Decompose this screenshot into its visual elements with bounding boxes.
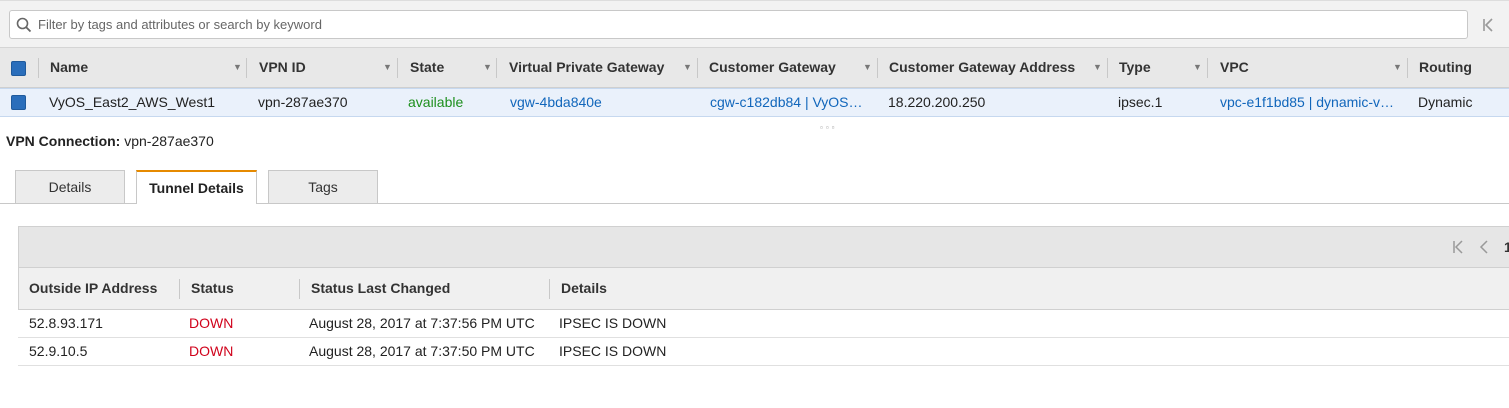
tunnel-table-header: Outside IP Address Status Status Last Ch… xyxy=(18,268,1509,310)
tab-tags[interactable]: Tags xyxy=(268,170,378,203)
vgw-link[interactable]: vgw-4bda840e xyxy=(510,89,695,116)
vpn-name: VyOS_East2_AWS_West1 xyxy=(49,94,215,110)
vpn-connection-value: vpn-287ae370 xyxy=(124,133,214,149)
prev-page-icon[interactable] xyxy=(1477,239,1491,255)
tab-tunnel-details[interactable]: Tunnel Details xyxy=(136,170,257,204)
first-page-icon[interactable] xyxy=(1451,239,1467,255)
vpn-id: vpn-287ae370 xyxy=(258,94,348,110)
column-header-state[interactable]: State xyxy=(410,48,444,87)
vpn-type: ipsec.1 xyxy=(1118,94,1163,110)
search-box[interactable] xyxy=(9,10,1468,39)
row-checkbox[interactable] xyxy=(11,95,26,110)
search-icon xyxy=(16,17,32,33)
column-header-cgw[interactable]: Customer Gateway xyxy=(709,48,836,87)
status-last-changed: August 28, 2017 at 7:37:50 PM UTC xyxy=(309,343,535,359)
vpn-grid-header: Name ▼ VPN ID ▼ State ▼ Virtual Private … xyxy=(0,47,1509,88)
column-header-vgw[interactable]: Virtual Private Gateway xyxy=(509,48,664,87)
tunnel-status: DOWN xyxy=(189,343,234,359)
column-header-vpc[interactable]: VPC xyxy=(1220,48,1249,87)
filter-toolbar xyxy=(0,0,1509,48)
outside-ip: 52.8.93.171 xyxy=(29,315,103,331)
sort-desc-icon[interactable]: ▼ xyxy=(683,48,692,87)
tunnel-status: DOWN xyxy=(189,315,234,331)
routing-type: Dynamic xyxy=(1418,94,1473,110)
sort-desc-icon[interactable]: ▼ xyxy=(863,48,872,87)
cgw-link[interactable]: cgw-c182db84 | VyOS… xyxy=(710,89,875,116)
sort-desc-icon[interactable]: ▼ xyxy=(233,48,242,87)
table-row: 52.9.10.5 DOWN August 28, 2017 at 7:37:5… xyxy=(18,338,1509,366)
resize-handle[interactable]: ▫▫▫ xyxy=(820,123,838,132)
status-last-changed: August 28, 2017 at 7:37:56 PM UTC xyxy=(309,315,535,331)
column-header-type[interactable]: Type xyxy=(1119,48,1151,87)
vpn-connection-heading: VPN Connection: vpn-287ae370 xyxy=(6,133,214,149)
table-row[interactable]: VyOS_East2_AWS_West1 vpn-287ae370 availa… xyxy=(0,88,1509,117)
column-header-outside-ip[interactable]: Outside IP Address xyxy=(29,268,157,308)
vpc-link[interactable]: vpc-e1f1bd85 | dynamic-v… xyxy=(1220,89,1405,116)
tunnel-table-toolbar: 1 xyxy=(18,226,1509,268)
page-indicator: 1 xyxy=(1504,239,1509,255)
column-header-details[interactable]: Details xyxy=(561,268,607,308)
first-page-icon[interactable] xyxy=(1479,15,1499,35)
column-header-routing[interactable]: Routing xyxy=(1419,48,1472,87)
tunnel-details: IPSEC IS DOWN xyxy=(559,343,667,359)
column-header-vpn-id[interactable]: VPN ID xyxy=(259,48,306,87)
vpn-connection-label: VPN Connection: xyxy=(6,133,121,149)
sort-desc-icon[interactable]: ▼ xyxy=(1393,48,1402,87)
column-header-status-last-changed[interactable]: Status Last Changed xyxy=(311,268,450,308)
search-input[interactable] xyxy=(38,14,1438,35)
column-header-cgw-address[interactable]: Customer Gateway Address xyxy=(889,48,1075,87)
column-header-name[interactable]: Name xyxy=(50,48,88,87)
sort-desc-icon[interactable]: ▼ xyxy=(483,48,492,87)
tunnel-details: IPSEC IS DOWN xyxy=(559,315,667,331)
column-header-status[interactable]: Status xyxy=(191,268,234,308)
sort-desc-icon[interactable]: ▼ xyxy=(383,48,392,87)
table-row: 52.8.93.171 DOWN August 28, 2017 at 7:37… xyxy=(18,310,1509,338)
cgw-address: 18.220.200.250 xyxy=(888,94,986,110)
sort-desc-icon[interactable]: ▼ xyxy=(1193,48,1202,87)
vpn-state: available xyxy=(408,94,464,110)
tab-details[interactable]: Details xyxy=(15,170,125,203)
sort-desc-icon[interactable]: ▼ xyxy=(1093,48,1102,87)
select-all-checkbox[interactable] xyxy=(11,61,26,76)
outside-ip: 52.9.10.5 xyxy=(29,343,88,359)
